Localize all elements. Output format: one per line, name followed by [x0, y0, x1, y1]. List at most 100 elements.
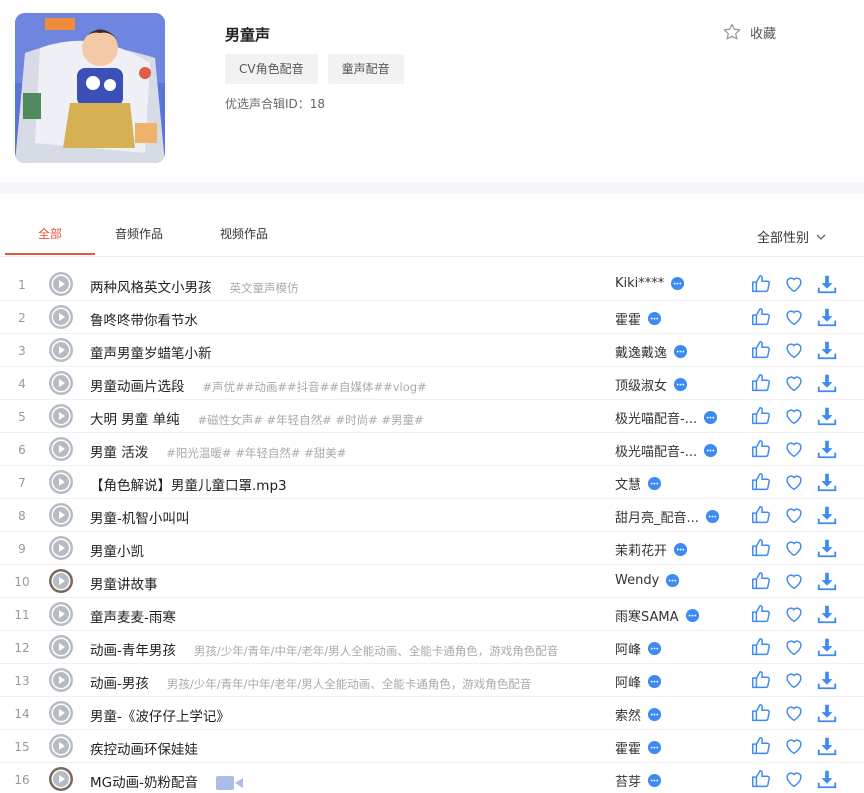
track-author[interactable]: Wendy [615, 573, 680, 588]
heart-icon[interactable] [783, 438, 805, 460]
track-title[interactable]: 疾控动画环保娃娃 [90, 742, 198, 758]
thumbs-up-icon[interactable] [750, 306, 772, 328]
thumbs-up-icon[interactable] [750, 273, 772, 295]
author-name[interactable]: 霍霍 [615, 309, 641, 328]
download-icon[interactable] [816, 471, 838, 493]
track-row[interactable]: 5 大明 男童 单纯 #磁性女声# #年轻自然# #时尚# #男童# 极光喵配音-..… [0, 400, 864, 433]
track-title-cell[interactable]: MG动画-奶粉配音 [90, 771, 244, 791]
track-row[interactable]: 4 男童动画片选段 #声优##动画##抖音##自媒体##vlog# 顶级淑女 [0, 367, 864, 400]
track-title-cell[interactable]: 男童-机智小叫叫 [90, 507, 189, 527]
heart-icon[interactable] [783, 636, 805, 658]
track-author[interactable]: 茉莉花开 [615, 540, 688, 559]
download-icon[interactable] [816, 537, 838, 559]
track-title-cell[interactable]: 【角色解说】男童儿童口罩.mp3 [90, 474, 287, 494]
heart-icon[interactable] [783, 603, 805, 625]
play-button[interactable] [49, 767, 73, 791]
thumbs-up-icon[interactable] [750, 636, 772, 658]
download-icon[interactable] [816, 669, 838, 691]
play-button[interactable] [49, 734, 73, 758]
play-button[interactable] [49, 536, 73, 560]
heart-icon[interactable] [783, 735, 805, 757]
tab-all[interactable]: 全部 [5, 215, 95, 255]
author-name[interactable]: 阿峰 [615, 672, 641, 691]
heart-icon[interactable] [783, 702, 805, 724]
heart-icon[interactable] [783, 669, 805, 691]
track-title[interactable]: 童声麦麦-雨寒 [90, 610, 176, 626]
track-author[interactable]: 极光喵配音-... [615, 441, 718, 460]
track-title-cell[interactable]: 动画-男孩 男孩/少年/青年/中年/老年/男人全能动画、全能卡通角色，游戏角色配音 [90, 672, 531, 692]
track-author[interactable]: 甜月亮_配音... [615, 507, 720, 526]
track-title-cell[interactable]: 男童 活泼 #阳光温暖# #年轻自然# #甜美# [90, 441, 346, 461]
track-author[interactable]: 文慧 [615, 474, 662, 493]
chat-icon[interactable] [673, 542, 688, 557]
tab-audio[interactable]: 音频作品 [100, 215, 178, 255]
track-row[interactable]: 6 男童 活泼 #阳光温暖# #年轻自然# #甜美# 极光喵配音-... [0, 433, 864, 466]
track-title[interactable]: 大明 男童 单纯 [90, 412, 180, 428]
track-title[interactable]: 【角色解说】男童儿童口罩.mp3 [90, 478, 287, 494]
track-row[interactable]: 2 鲁咚咚带你看节水 霍霍 [0, 301, 864, 334]
thumbs-up-icon[interactable] [750, 471, 772, 493]
chat-icon[interactable] [703, 443, 718, 458]
author-name[interactable]: 极光喵配音-... [615, 408, 697, 427]
track-title[interactable]: 男童动画片选段 [90, 379, 185, 395]
tab-video[interactable]: 视频作品 [205, 215, 283, 255]
track-title-cell[interactable]: 男童-《波仔仔上学记》 [90, 705, 230, 725]
track-author[interactable]: Kiki**** [615, 276, 685, 291]
track-author[interactable]: 顶级淑女 [615, 375, 688, 394]
track-author[interactable]: 苔芽 [615, 771, 662, 790]
play-button[interactable] [49, 272, 73, 296]
chat-icon[interactable] [647, 674, 662, 689]
thumbs-up-icon[interactable] [750, 504, 772, 526]
author-name[interactable]: 霍霍 [615, 738, 641, 757]
chat-icon[interactable] [705, 509, 720, 524]
chat-icon[interactable] [647, 707, 662, 722]
track-title-cell[interactable]: 男童动画片选段 #声优##动画##抖音##自媒体##vlog# [90, 375, 427, 395]
thumbs-up-icon[interactable] [750, 735, 772, 757]
play-button[interactable] [49, 404, 73, 428]
author-name[interactable]: 文慧 [615, 474, 641, 493]
track-row[interactable]: 14 男童-《波仔仔上学记》 索然 [0, 697, 864, 730]
play-button[interactable] [49, 701, 73, 725]
play-button[interactable] [49, 569, 73, 593]
heart-icon[interactable] [783, 471, 805, 493]
thumbs-up-icon[interactable] [750, 570, 772, 592]
track-author[interactable]: 阿峰 [615, 639, 662, 658]
heart-icon[interactable] [783, 273, 805, 295]
track-title[interactable]: 动画-男孩 [90, 676, 149, 692]
chat-icon[interactable] [647, 641, 662, 656]
track-title[interactable]: 两种风格英文小男孩 [90, 280, 212, 296]
track-title[interactable]: MG动画-奶粉配音 [90, 775, 198, 791]
download-icon[interactable] [816, 339, 838, 361]
play-button[interactable] [49, 437, 73, 461]
track-title-cell[interactable]: 疾控动画环保娃娃 [90, 738, 198, 758]
heart-icon[interactable] [783, 768, 805, 790]
thumbs-up-icon[interactable] [750, 768, 772, 790]
thumbs-up-icon[interactable] [750, 339, 772, 361]
album-tag[interactable]: 童声配音 [327, 54, 404, 84]
track-author[interactable]: 索然 [615, 705, 662, 724]
chat-icon[interactable] [670, 276, 685, 291]
track-title[interactable]: 鲁咚咚带你看节水 [90, 313, 198, 329]
author-name[interactable]: 戴逸戴逸 [615, 342, 667, 361]
chat-icon[interactable] [673, 377, 688, 392]
track-title[interactable]: 男童-机智小叫叫 [90, 511, 189, 527]
chat-icon[interactable] [647, 740, 662, 755]
track-row[interactable]: 15 疾控动画环保娃娃 霍霍 [0, 730, 864, 763]
heart-icon[interactable] [783, 570, 805, 592]
chat-icon[interactable] [665, 573, 680, 588]
track-row[interactable]: 12 动画-青年男孩 男孩/少年/青年/中年/老年/男人全能动画、全能卡通角色，游戏… [0, 631, 864, 664]
download-icon[interactable] [816, 603, 838, 625]
play-button[interactable] [49, 470, 73, 494]
thumbs-up-icon[interactable] [750, 537, 772, 559]
track-title-cell[interactable]: 男童小凯 [90, 540, 144, 560]
author-name[interactable]: Wendy [615, 573, 659, 588]
author-name[interactable]: 雨寒SAMA [615, 606, 679, 625]
play-button[interactable] [49, 305, 73, 329]
heart-icon[interactable] [783, 405, 805, 427]
track-title-cell[interactable]: 童声麦麦-雨寒 [90, 606, 176, 626]
chat-icon[interactable] [703, 410, 718, 425]
heart-icon[interactable] [783, 537, 805, 559]
play-button[interactable] [49, 371, 73, 395]
play-button[interactable] [49, 503, 73, 527]
author-name[interactable]: 苔芽 [615, 771, 641, 790]
